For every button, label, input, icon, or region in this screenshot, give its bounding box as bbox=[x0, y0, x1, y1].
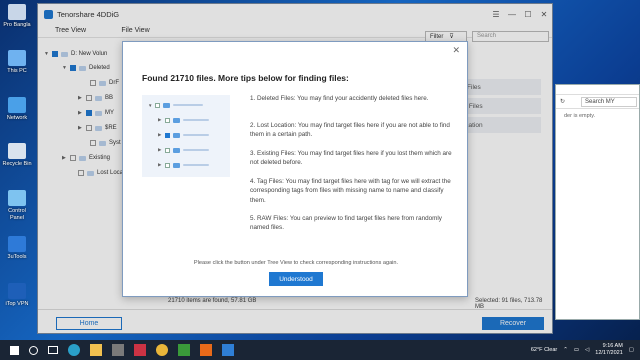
close-icon[interactable]: ✕ bbox=[452, 45, 460, 56]
recycle-bin-icon bbox=[8, 143, 26, 159]
store-icon[interactable] bbox=[112, 344, 124, 356]
illustration-row: ▶ bbox=[158, 116, 209, 124]
app-orange-icon[interactable] bbox=[200, 344, 212, 356]
explorer-titlebar bbox=[556, 85, 639, 95]
clock-date: 12/17/2021 bbox=[595, 350, 623, 356]
dialog-note: Please click the button under Tree View … bbox=[193, 260, 399, 266]
clock-time: 9:16 AM bbox=[602, 343, 623, 349]
desktop-icon-3utools[interactable]: 3uTools bbox=[2, 236, 32, 261]
app-icon[interactable] bbox=[134, 344, 146, 356]
desktop-icon-label: Pro Bangla bbox=[3, 22, 31, 28]
tip-raw-files: 5. RAW Files: You can preview to find ta… bbox=[250, 215, 442, 232]
desktop-icon-this-pc[interactable]: This PC bbox=[2, 50, 32, 75]
desktop-icon-pro-bangla[interactable]: Pro Bangla bbox=[2, 4, 32, 29]
weather-text[interactable]: 62°F Clear bbox=[531, 347, 557, 353]
tray-arrow-icon[interactable]: ⌃ bbox=[563, 347, 568, 353]
app-green-icon[interactable] bbox=[178, 344, 190, 356]
tip-deleted-files: 1. Deleted Files: You may find your acci… bbox=[250, 95, 429, 102]
tip-existing-files: 3. Existing Files: You may find target f… bbox=[250, 150, 452, 167]
desktop-icon-itop-vpn[interactable]: iTop VPN bbox=[2, 283, 32, 308]
chrome-icon[interactable] bbox=[156, 344, 168, 356]
taskbar: 62°F Clear ⌃ ▭ ◁ 9:16 AM 12/17/2021 ▢ bbox=[0, 340, 640, 360]
file-explorer-icon[interactable] bbox=[90, 344, 102, 356]
tip-lost-location: 2. Lost Location: You may find target fi… bbox=[250, 122, 450, 139]
tips-dialog: ✕ Found 21710 files. More tips below for… bbox=[122, 41, 468, 297]
start-icon[interactable] bbox=[10, 345, 19, 355]
search-icon[interactable] bbox=[29, 345, 38, 355]
illustration-row: ▶ bbox=[158, 161, 209, 169]
tree-illustration: ▼ ▶ ▶ ▶ ▶ bbox=[142, 95, 230, 177]
3utools-icon bbox=[8, 236, 26, 252]
pro-bangla-icon bbox=[8, 4, 26, 20]
task-view-icon[interactable] bbox=[48, 346, 58, 354]
volume-icon[interactable]: ◁ bbox=[585, 347, 589, 353]
desktop-icon-label: iTop VPN bbox=[5, 301, 29, 307]
dialog-title: Found 21710 files. More tips below for f… bbox=[142, 73, 349, 83]
explorer-empty-text: der is empty. bbox=[564, 113, 596, 119]
edge-icon[interactable] bbox=[68, 344, 80, 356]
illustration-row: ▶ bbox=[158, 131, 209, 139]
illustration-row: ▶ bbox=[158, 146, 209, 154]
4ddig-taskbar-icon[interactable] bbox=[222, 344, 234, 356]
notification-icon[interactable]: ▢ bbox=[629, 347, 634, 353]
system-tray: 62°F Clear ⌃ ▭ ◁ 9:16 AM 12/17/2021 ▢ bbox=[531, 340, 634, 360]
desktop-icon-label: Control Panel bbox=[8, 208, 26, 221]
desktop-icon-control-panel[interactable]: Control Panel bbox=[2, 190, 32, 222]
network-tray-icon[interactable]: ▭ bbox=[574, 347, 579, 353]
desktop-icon-label: 3uTools bbox=[7, 254, 27, 260]
refresh-icon[interactable]: ↻ bbox=[560, 98, 565, 105]
control-panel-icon bbox=[8, 190, 26, 206]
illustration-row: ▼ bbox=[148, 101, 203, 109]
tip-tag-files: 4. Tag Files: You may find target files … bbox=[250, 178, 451, 204]
explorer-window: ↻ Search MY der is empty. bbox=[555, 84, 640, 320]
desktop-icon-label: Network bbox=[6, 115, 28, 121]
desktop-icon-label: Recycle Bin bbox=[2, 161, 32, 167]
explorer-addressbar: ↻ Search MY bbox=[556, 95, 639, 109]
desktop-icon-label: This PC bbox=[7, 68, 27, 74]
desktop-icon-network[interactable]: Network bbox=[2, 97, 32, 122]
understood-button[interactable]: Understood bbox=[269, 272, 323, 286]
network-icon bbox=[8, 97, 26, 113]
desktop-icon-recycle-bin[interactable]: Recycle Bin bbox=[2, 143, 32, 168]
computer-icon bbox=[8, 50, 26, 66]
explorer-search-input[interactable]: Search MY bbox=[581, 96, 637, 107]
itop-vpn-icon bbox=[8, 283, 26, 299]
clock[interactable]: 9:16 AM 12/17/2021 bbox=[595, 343, 623, 357]
